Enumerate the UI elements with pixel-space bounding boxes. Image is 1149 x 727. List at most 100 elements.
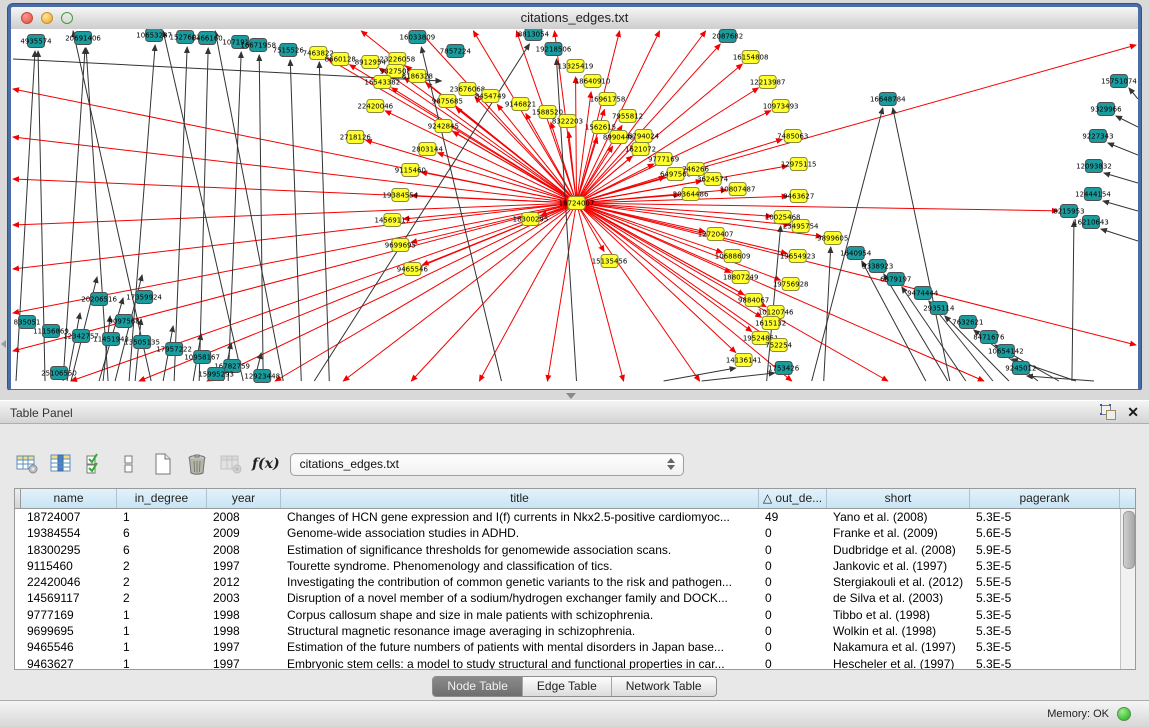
graph-node[interactable]: 7515526 bbox=[273, 44, 305, 57]
graph-edge[interactable] bbox=[702, 373, 775, 381]
graph-node[interactable]: 14136141 bbox=[726, 354, 762, 367]
graph-node[interactable]: 1640954 bbox=[840, 247, 872, 260]
graph-edge[interactable] bbox=[135, 319, 141, 381]
graph-node[interactable]: 8471676 bbox=[973, 331, 1005, 344]
graph-node[interactable]: 16033809 bbox=[400, 31, 436, 44]
graph-edge[interactable] bbox=[812, 108, 883, 381]
graph-node[interactable]: 15135456 bbox=[592, 255, 628, 268]
new-table-button[interactable] bbox=[150, 452, 176, 476]
graph-node[interactable]: 16961758 bbox=[590, 93, 626, 106]
graph-edge[interactable] bbox=[319, 62, 329, 381]
graph-node[interactable]: 10653287 bbox=[136, 29, 172, 42]
graph-edge[interactable] bbox=[576, 77, 577, 203]
graph-node[interactable]: 12093832 bbox=[1076, 160, 1112, 173]
graph-edge[interactable] bbox=[385, 111, 576, 203]
graph-node[interactable]: 19384554 bbox=[383, 189, 419, 202]
graph-node[interactable]: 18807249 bbox=[723, 271, 759, 284]
column-header[interactable]: pagerank bbox=[970, 489, 1120, 508]
graph-edge[interactable] bbox=[275, 203, 576, 381]
clear-selection-button[interactable] bbox=[116, 452, 142, 476]
graph-edge[interactable] bbox=[1116, 116, 1138, 127]
graph-node[interactable]: 9245012 bbox=[1005, 362, 1036, 375]
graph-node[interactable]: 12720407 bbox=[698, 228, 734, 241]
table-selector[interactable]: citations_edges.txt bbox=[290, 453, 684, 476]
table-row[interactable]: 1938455462009Genome-wide association stu… bbox=[15, 525, 1120, 541]
graph-node[interactable]: 12444154 bbox=[1075, 188, 1111, 201]
graph-edge[interactable] bbox=[163, 31, 243, 381]
graph-edge[interactable] bbox=[1101, 229, 1138, 241]
graph-edge[interactable] bbox=[129, 45, 155, 381]
graph-node[interactable]: 9463627 bbox=[783, 190, 814, 203]
splitter-handle-icon[interactable] bbox=[566, 393, 576, 399]
graph-node[interactable]: 7857224 bbox=[440, 45, 472, 58]
graph-node[interactable]: 13505135 bbox=[124, 336, 160, 349]
graph-edge[interactable] bbox=[664, 368, 736, 381]
graph-node[interactable]: 19654923 bbox=[780, 250, 816, 263]
float-panel-icon[interactable] bbox=[1101, 405, 1117, 420]
graph-node[interactable]: 9115460 bbox=[395, 164, 426, 177]
table-mode-button[interactable] bbox=[14, 452, 40, 476]
table-row[interactable]: 1830029562008Estimation of significance … bbox=[15, 542, 1120, 558]
graph-node[interactable]: 13325419 bbox=[558, 60, 594, 73]
graph-node[interactable]: 20206516 bbox=[81, 293, 117, 306]
graph-node[interactable]: 9227343 bbox=[1082, 130, 1113, 143]
graph-node[interactable]: 12975115 bbox=[781, 158, 817, 171]
memory-ok-icon[interactable] bbox=[1117, 707, 1131, 721]
graph-node[interactable]: 16648784 bbox=[870, 93, 906, 106]
graph-edge[interactable] bbox=[577, 203, 736, 352]
graph-node[interactable]: 19218506 bbox=[536, 43, 572, 56]
graph-edge[interactable] bbox=[411, 195, 576, 203]
close-panel-icon[interactable]: ✕ bbox=[1127, 404, 1139, 420]
network-canvas[interactable]: 1872400749355742069140610653287152760264… bbox=[11, 29, 1138, 389]
graph-edge[interactable] bbox=[1108, 143, 1138, 155]
graph-node[interactable]: 10807487 bbox=[720, 183, 756, 196]
graph-node[interactable]: 10654142 bbox=[988, 345, 1024, 358]
graph-node[interactable]: 9097568 bbox=[108, 315, 139, 328]
delete-row-trash-button[interactable] bbox=[184, 452, 210, 476]
table-row[interactable]: 946362711997Embryonic stem cells: a mode… bbox=[15, 656, 1120, 670]
column-header[interactable]: in_degree bbox=[117, 489, 207, 508]
panel-collapse-icon[interactable] bbox=[1, 340, 6, 348]
graph-node[interactable]: 9899605 bbox=[817, 232, 848, 245]
graph-node[interactable]: 2087682 bbox=[712, 30, 743, 43]
table-row[interactable]: 1872400712008Changes of HCN gene express… bbox=[15, 509, 1120, 525]
tab-network-table[interactable]: Network Table bbox=[612, 677, 716, 696]
graph-node[interactable]: 20691406 bbox=[65, 32, 101, 45]
graph-node[interactable]: 4935574 bbox=[20, 35, 52, 48]
graph-edge[interactable] bbox=[13, 203, 577, 269]
graph-edge[interactable] bbox=[577, 203, 624, 381]
graph-node[interactable]: 9884067 bbox=[738, 294, 769, 307]
column-header[interactable]: short bbox=[827, 489, 970, 508]
graph-node[interactable]: 8813054 bbox=[518, 29, 550, 41]
graph-node[interactable]: 22420046 bbox=[357, 100, 393, 113]
graph-node[interactable]: 7485063 bbox=[777, 130, 808, 143]
graph-edge[interactable] bbox=[453, 132, 577, 203]
column-header[interactable]: △ out_de... bbox=[759, 489, 827, 508]
graph-node[interactable]: 1753426 bbox=[768, 362, 800, 375]
graph-node[interactable]: 2935114 bbox=[923, 302, 955, 315]
scrollbar-thumb[interactable] bbox=[1123, 511, 1135, 569]
graph-edge[interactable] bbox=[199, 48, 208, 381]
tab-edge-table[interactable]: Edge Table bbox=[523, 677, 612, 696]
graph-node[interactable]: 16154808 bbox=[733, 51, 769, 64]
vertical-scrollbar[interactable] bbox=[1120, 509, 1135, 669]
tab-node-table[interactable]: Node Table bbox=[433, 677, 523, 696]
graph-node[interactable]: 8215953 bbox=[1053, 205, 1084, 218]
graph-edge[interactable] bbox=[73, 31, 151, 381]
graph-edge[interactable] bbox=[577, 203, 792, 381]
graph-node[interactable]: 9329966 bbox=[1090, 103, 1122, 116]
table-row[interactable]: 977716911998Corpus callosum shape and si… bbox=[15, 607, 1120, 623]
column-header[interactable]: name bbox=[21, 489, 117, 508]
table-row[interactable]: 1456911722003Disruption of a novel membe… bbox=[15, 590, 1120, 606]
graph-edge[interactable] bbox=[343, 203, 576, 381]
graph-node[interactable]: 12213987 bbox=[750, 76, 786, 89]
graph-edge[interactable] bbox=[16, 51, 35, 381]
graph-edge[interactable] bbox=[1103, 201, 1138, 211]
table-row[interactable]: 911546021997Tourette syndrome. Phenomeno… bbox=[15, 558, 1120, 574]
column-header[interactable]: year bbox=[207, 489, 281, 508]
graph-node[interactable]: 2718126 bbox=[340, 131, 372, 144]
graph-edge[interactable] bbox=[893, 108, 950, 381]
graph-edge[interactable] bbox=[1072, 221, 1074, 381]
column-header[interactable]: title bbox=[281, 489, 759, 508]
graph-node[interactable]: 7632621 bbox=[952, 316, 983, 329]
